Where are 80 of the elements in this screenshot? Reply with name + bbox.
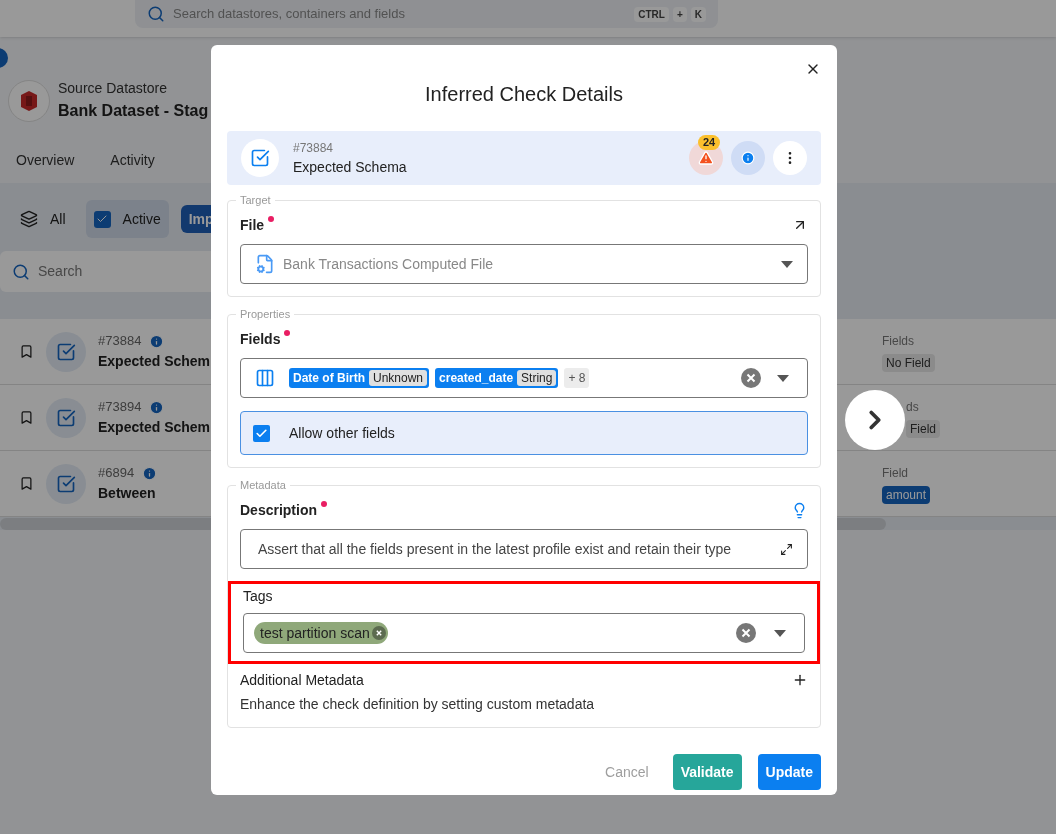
field-label: File bbox=[240, 215, 265, 235]
fields-select[interactable]: Date of Birth Unknown created_date String + 8 bbox=[240, 358, 808, 398]
field-chip: Date of Birth Unknown bbox=[289, 368, 430, 388]
check-type-icon bbox=[241, 139, 279, 177]
check-type-icon bbox=[46, 463, 86, 504]
section-title: Additional Metadata bbox=[240, 670, 364, 690]
dropdown-caret-icon[interactable] bbox=[774, 629, 786, 637]
dropdown-caret-icon[interactable] bbox=[781, 260, 793, 268]
clear-icon[interactable] bbox=[741, 368, 761, 388]
shortcut-key: CTRL bbox=[634, 6, 669, 22]
search-icon bbox=[147, 5, 165, 23]
check-type-icon bbox=[46, 397, 86, 438]
check-name: Expected Schema bbox=[293, 157, 408, 177]
global-search-field[interactable]: Search datastores, containers and fields CTRL + K bbox=[135, 0, 718, 28]
info-icon[interactable] bbox=[142, 465, 158, 481]
datastore-caption: Source Datastore bbox=[58, 79, 168, 98]
filter-toggle[interactable]: Active bbox=[85, 200, 169, 238]
description-field[interactable]: Assert that all the fields present in the latest profile exist and retain their type bbox=[240, 529, 808, 569]
datastore-logo bbox=[8, 79, 50, 122]
remove-icon[interactable] bbox=[371, 626, 386, 640]
dialog-button[interactable]: Validate bbox=[672, 754, 742, 790]
check-id: #73884 bbox=[293, 139, 335, 157]
search-placeholder: Search datastores, containers and fields bbox=[173, 5, 406, 24]
check-type-icon bbox=[46, 331, 86, 372]
section-description: Enhance the check definition by setting custom metadata bbox=[240, 695, 596, 714]
list-search-field[interactable]: Search bbox=[0, 251, 211, 292]
modal-title: Inferred Check Details bbox=[424, 82, 624, 105]
bookmark-icon[interactable] bbox=[19, 344, 34, 359]
check-id: #73884 bbox=[98, 332, 142, 351]
tab[interactable]: Overview bbox=[16, 149, 75, 171]
tag-chip: test partition scan bbox=[254, 622, 388, 644]
section-legend: Properties bbox=[236, 308, 295, 321]
datastore-name: Bank Dataset - Stag bbox=[58, 101, 209, 121]
file-select[interactable]: Bank Transactions Computed File bbox=[240, 244, 808, 284]
check-name: Expected Schem bbox=[98, 417, 211, 437]
checkbox[interactable] bbox=[253, 424, 270, 442]
columns-icon bbox=[255, 368, 275, 388]
dialog-button[interactable]: Cancel bbox=[597, 754, 657, 790]
filter-toggle[interactable]: All bbox=[12, 200, 74, 238]
clear-icon[interactable] bbox=[736, 623, 756, 643]
dropdown-caret-icon[interactable] bbox=[777, 374, 789, 382]
layers-icon bbox=[20, 210, 38, 228]
search-placeholder: Search bbox=[38, 262, 83, 281]
check-icon bbox=[255, 426, 268, 440]
field-label: Description bbox=[240, 500, 317, 520]
file-gear-icon bbox=[255, 254, 275, 274]
bookmark-icon[interactable] bbox=[19, 410, 34, 425]
info-icon[interactable] bbox=[149, 333, 165, 349]
allow-other-fields-option[interactable]: Allow other fields bbox=[240, 411, 808, 455]
expand-icon[interactable] bbox=[780, 542, 793, 556]
field-tag: Field bbox=[906, 419, 940, 438]
warning-icon bbox=[698, 150, 714, 166]
file-value: Bank Transactions Computed File bbox=[283, 254, 495, 274]
check-name: Expected Schem bbox=[98, 351, 211, 371]
section-legend: Metadata bbox=[236, 479, 290, 492]
info-button[interactable] bbox=[731, 141, 765, 175]
field-label: Fields bbox=[882, 332, 915, 350]
tab[interactable]: Activity bbox=[110, 149, 155, 171]
dialog-button[interactable]: Update bbox=[757, 754, 821, 790]
field-tag: No Field bbox=[882, 353, 935, 372]
field-label: Tags bbox=[243, 587, 274, 606]
info-icon[interactable] bbox=[149, 399, 165, 415]
section-legend: Target bbox=[236, 194, 275, 207]
info-icon bbox=[741, 151, 755, 165]
field-label: Field bbox=[882, 464, 909, 482]
shortcut-key: + bbox=[672, 6, 687, 22]
check-id: #6894 bbox=[98, 464, 135, 483]
more-count: + 8 bbox=[564, 368, 590, 388]
field-label: ds bbox=[906, 398, 920, 416]
check-name: Between bbox=[98, 483, 157, 503]
check-id: #73894 bbox=[98, 398, 142, 417]
bookmark-icon[interactable] bbox=[19, 476, 34, 491]
anomaly-count-badge: 24 bbox=[698, 135, 721, 150]
add-icon[interactable] bbox=[792, 672, 808, 688]
field-label: Fields bbox=[240, 329, 281, 349]
field-chip: created_date String bbox=[435, 368, 559, 388]
shortcut-key: K bbox=[690, 6, 706, 22]
tags-select[interactable]: test partition scan bbox=[243, 613, 805, 653]
search-icon bbox=[12, 262, 30, 281]
field-tag: amount bbox=[882, 485, 931, 504]
